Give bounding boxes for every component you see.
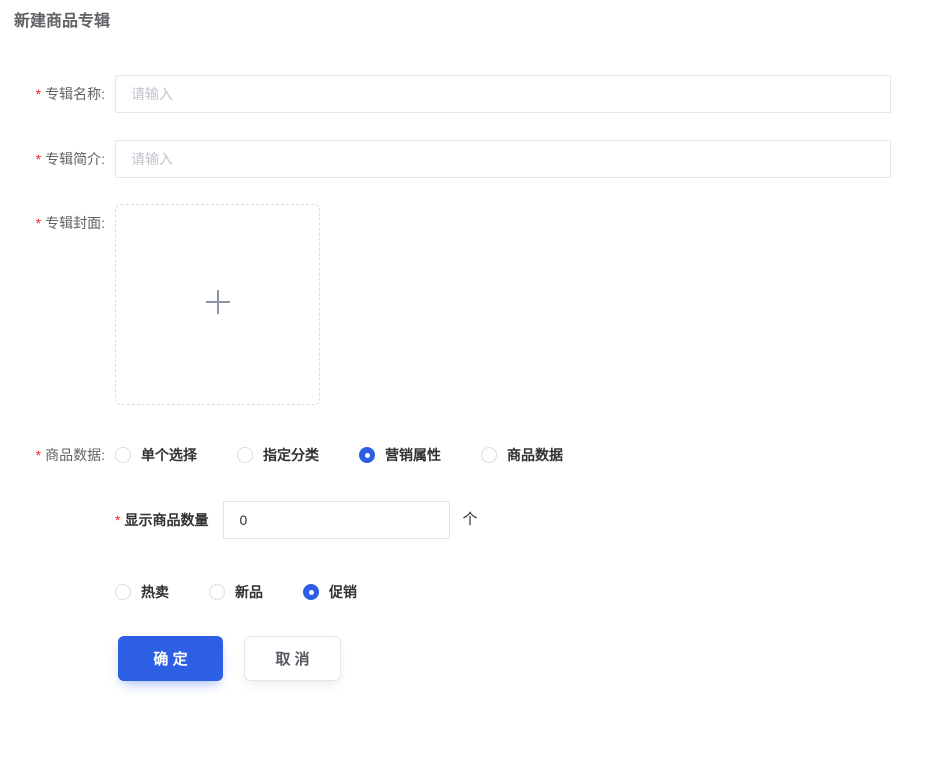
radio-circle-icon — [115, 447, 131, 463]
cover-upload-area[interactable] — [115, 204, 320, 405]
product-data-label-text: 商品数据: — [45, 447, 105, 463]
radio-circle-icon — [115, 584, 131, 600]
radio-label: 商品数据 — [507, 444, 563, 466]
radio-circle-icon — [359, 447, 375, 463]
radio-label: 热卖 — [141, 581, 169, 603]
album-cover-label-text: 专辑封面: — [45, 215, 105, 231]
album-name-label-text: 专辑名称: — [45, 86, 105, 102]
form-actions: 确 定 取 消 — [118, 636, 341, 681]
radio-label: 指定分类 — [263, 444, 319, 466]
form-row-album-cover: *专辑封面: — [0, 204, 320, 405]
display-count-label-text: 显示商品数量 — [124, 512, 208, 528]
required-asterisk: * — [115, 512, 120, 528]
radio-new-product[interactable]: 新品 — [209, 581, 263, 603]
form-row-album-intro: *专辑简介: — [0, 140, 891, 178]
form-row-product-data: *商品数据: 单个选择 指定分类 营销属性 商品数据 — [0, 444, 603, 466]
album-name-label: *专辑名称: — [0, 75, 105, 113]
display-count-input[interactable] — [223, 501, 450, 539]
radio-label: 营销属性 — [385, 444, 441, 466]
required-asterisk: * — [36, 86, 41, 102]
radio-circle-icon — [237, 447, 253, 463]
count-unit: 个 — [462, 501, 477, 539]
required-asterisk: * — [36, 215, 41, 231]
radio-product-data[interactable]: 商品数据 — [481, 444, 563, 466]
album-intro-label: *专辑简介: — [0, 140, 105, 178]
radio-assigned-category[interactable]: 指定分类 — [237, 444, 319, 466]
required-asterisk: * — [36, 447, 41, 463]
form-row-album-name: *专辑名称: — [0, 75, 891, 113]
new-album-form-page: 新建商品专辑 *专辑名称: *专辑简介: *专辑封面: *商 — [0, 0, 930, 772]
radio-single-select[interactable]: 单个选择 — [115, 444, 197, 466]
product-data-label: *商品数据: — [0, 444, 105, 466]
cancel-button[interactable]: 取 消 — [244, 636, 341, 681]
album-cover-label: *专辑封面: — [0, 204, 105, 242]
form-row-marketing-tags: 热卖 新品 促销 — [115, 581, 397, 603]
page-title: 新建商品专辑 — [14, 11, 110, 33]
display-count-label: *显示商品数量 — [115, 501, 208, 539]
radio-label: 新品 — [235, 581, 263, 603]
radio-circle-icon — [209, 584, 225, 600]
radio-hot-sale[interactable]: 热卖 — [115, 581, 169, 603]
radio-label: 促销 — [329, 581, 357, 603]
confirm-button[interactable]: 确 定 — [118, 636, 223, 681]
marketing-tags-radio-group: 热卖 新品 促销 — [115, 581, 397, 603]
radio-circle-icon — [481, 447, 497, 463]
album-intro-label-text: 专辑简介: — [45, 151, 105, 167]
required-asterisk: * — [36, 151, 41, 167]
plus-icon — [203, 287, 233, 322]
form-row-display-count: *显示商品数量 个 — [115, 501, 477, 539]
radio-circle-icon — [303, 584, 319, 600]
radio-label: 单个选择 — [141, 444, 197, 466]
product-data-radio-group: 单个选择 指定分类 营销属性 商品数据 — [115, 444, 603, 466]
album-intro-input[interactable] — [115, 140, 891, 178]
radio-marketing-attribute[interactable]: 营销属性 — [359, 444, 441, 466]
album-name-input[interactable] — [115, 75, 891, 113]
radio-promotion[interactable]: 促销 — [303, 581, 357, 603]
